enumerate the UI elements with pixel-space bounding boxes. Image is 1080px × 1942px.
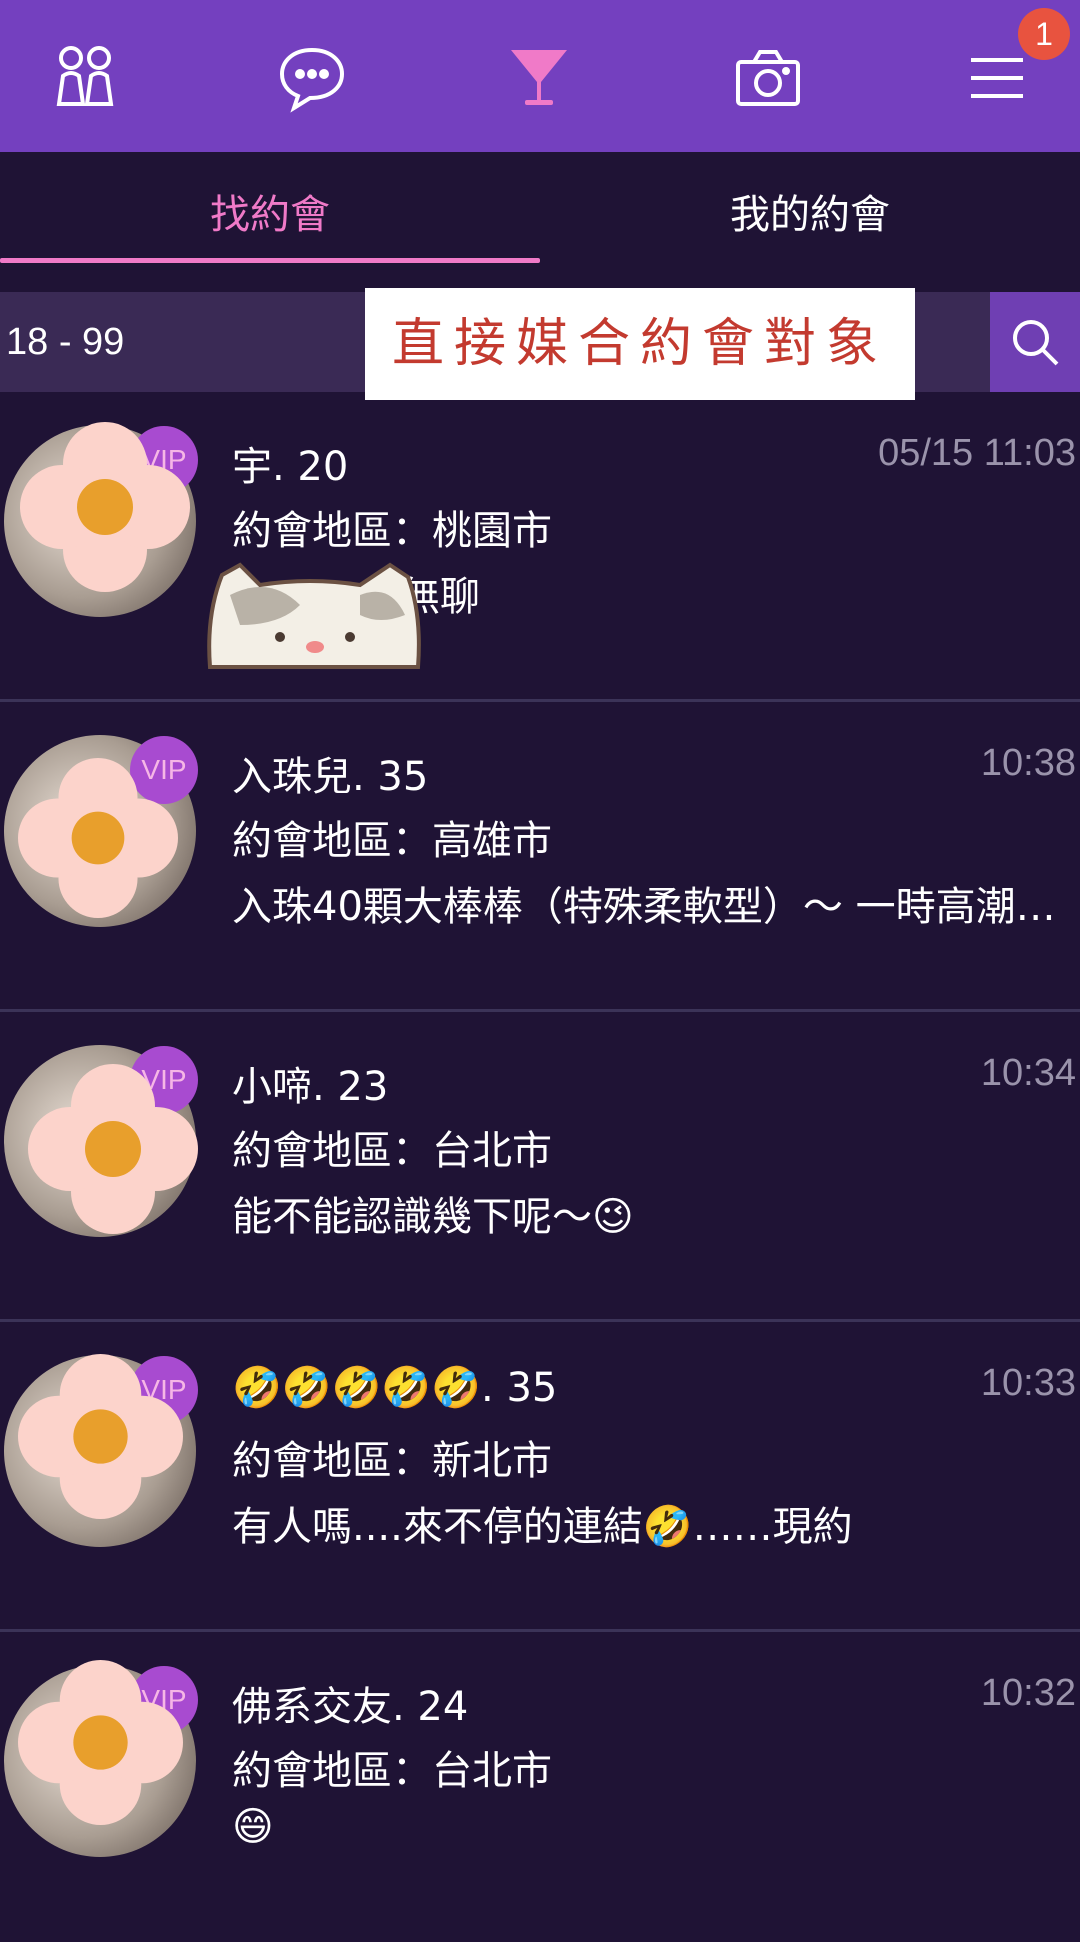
tab-find-date[interactable]: 找約會 [0, 152, 540, 270]
top-nav-bar: 1 [0, 0, 1080, 152]
post-time: 05/15 11:03 [878, 432, 1076, 474]
date-region: 約會地區：桃園市 [232, 508, 552, 554]
search-icon [1013, 320, 1059, 366]
privacy-flower-sticker [18, 758, 178, 918]
user-name: 佛系交友. 24 [232, 1684, 469, 1730]
list-item[interactable]: VIP 佛系交友. 24 10:32 約會地區：台北市 😄 [0, 1632, 1080, 1942]
user-name: 🤣🤣🤣🤣🤣. 35 [232, 1365, 558, 1411]
user-message: 能不能認識幾下呢～😉 [232, 1194, 634, 1240]
tab-my-dates[interactable]: 我的約會 [540, 152, 1080, 270]
cocktail-icon[interactable] [484, 28, 594, 128]
date-region: 約會地區：台北市 [232, 1128, 552, 1174]
post-time: 10:38 [980, 742, 1076, 784]
user-name: 小啼. 23 [232, 1064, 389, 1110]
user-name: 入珠兒. 35 [232, 754, 429, 800]
date-region: 約會地區：高雄市 [232, 818, 552, 864]
cat-sticker [207, 562, 421, 669]
date-region: 約會地區：台北市 [232, 1748, 552, 1794]
people-icon[interactable] [30, 28, 140, 128]
user-message: 😄 [232, 1804, 274, 1850]
list-item[interactable]: VIP 🤣🤣🤣🤣🤣. 35 10:33 約會地區：新北市 有人嗎....來不停的… [0, 1322, 1080, 1632]
list-item[interactable]: VIP 小啼. 23 10:34 約會地區：台北市 能不能認識幾下呢～😉 [0, 1012, 1080, 1322]
age-range-filter[interactable]: 18 - 99 [6, 292, 124, 392]
camera-icon[interactable] [713, 28, 823, 128]
active-tab-indicator [0, 258, 540, 263]
user-message: 有人嗎....來不停的連結🤣……現約 [232, 1504, 853, 1550]
privacy-flower-sticker [28, 1064, 198, 1234]
list-item[interactable]: VIP 宇. 20 05/15 11:03 約會地區：桃園市 無聊 [0, 392, 1080, 702]
post-time: 10:33 [980, 1362, 1076, 1404]
user-message: 無聊 [400, 574, 480, 620]
post-time: 10:32 [980, 1672, 1076, 1714]
post-time: 10:34 [980, 1052, 1076, 1094]
notification-badge: 1 [1018, 8, 1070, 60]
tab-bar: 找約會 我的約會 [0, 152, 1080, 270]
list-item[interactable]: VIP 入珠兒. 35 10:38 約會地區：高雄市 入珠40顆大棒棒（特殊柔軟… [0, 702, 1080, 1012]
caption-overlay: 直接媒合約會對象 [365, 288, 915, 400]
privacy-flower-sticker [18, 1354, 183, 1519]
user-message: 入珠40顆大棒棒（特殊柔軟型）～ 一時高潮… [232, 884, 1056, 930]
privacy-flower-sticker [20, 422, 190, 592]
date-region: 約會地區：新北市 [232, 1438, 552, 1484]
search-button[interactable] [990, 292, 1080, 392]
chat-icon[interactable] [257, 28, 367, 128]
user-name: 宇. 20 [232, 444, 349, 490]
privacy-flower-sticker [18, 1660, 183, 1825]
